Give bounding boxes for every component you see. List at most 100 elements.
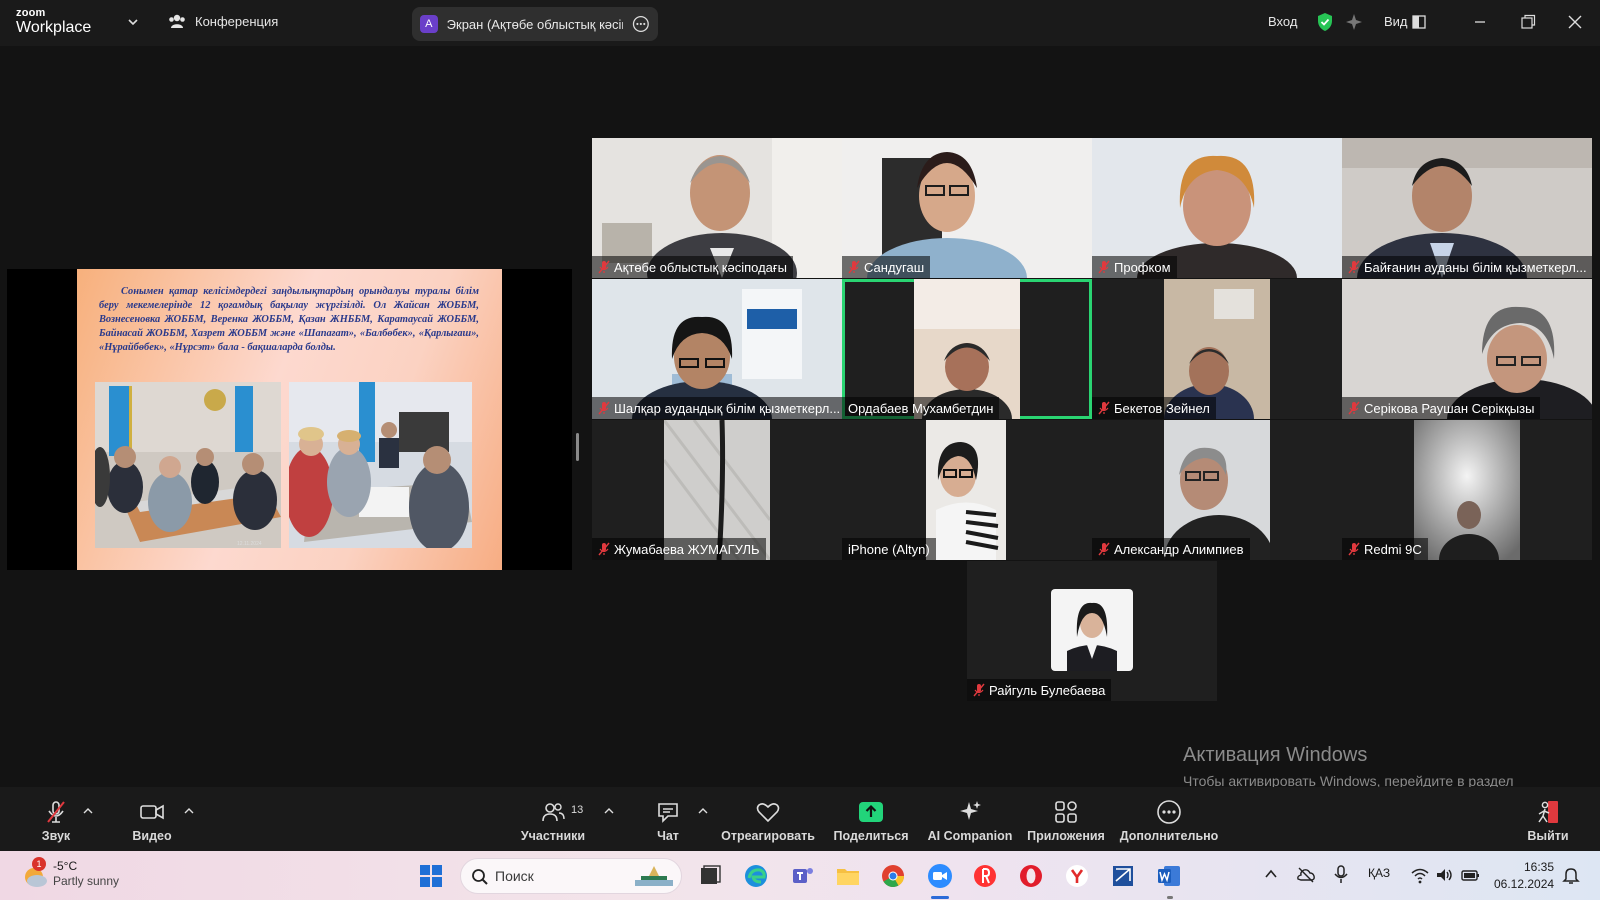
ai-companion-label: AI Companion	[927, 829, 1013, 843]
word-icon[interactable]	[1156, 863, 1182, 889]
chevron-up-icon[interactable]	[698, 807, 708, 815]
participant-label: Шалқар аудандық білім қызметкерл...	[592, 397, 842, 419]
screen-share-pill[interactable]: A Экран (Ақтөбе облыстық кәсіподағы)	[412, 7, 658, 41]
participant-label: Александр Алимпиев	[1092, 538, 1250, 560]
notification-bell-icon[interactable]	[1562, 865, 1580, 885]
search-placeholder: Поиск	[495, 868, 534, 884]
leave-label: Выйти	[1527, 829, 1569, 843]
shared-screen[interactable]: Сонымен қатар келісімдердегі заңдылықтар…	[7, 269, 572, 570]
participant-name: Александр Алимпиев	[1114, 541, 1244, 557]
chat-bubble-icon	[658, 803, 678, 823]
microphone-icon[interactable]	[1333, 864, 1349, 884]
zoom-logo[interactable]: zoom Workplace	[16, 8, 91, 36]
video-tile[interactable]: Redmi 9C	[1342, 420, 1592, 560]
sharer-avatar: A	[420, 15, 438, 33]
view-button[interactable]: Вид	[1384, 14, 1408, 29]
participant-name: Байғанин ауданы білім қызметкерл...	[1364, 259, 1587, 275]
zoom-app-icon[interactable]	[927, 863, 953, 889]
task-view-icon[interactable]	[697, 863, 723, 889]
mic-muted-icon	[598, 542, 610, 556]
close-icon[interactable]	[1565, 12, 1585, 32]
video-tile[interactable]: Серікова Раушан Серікқызы	[1342, 279, 1592, 419]
slide-text: Сонымен қатар келісімдердегі заңдылықтар…	[99, 286, 479, 353]
chevron-up-icon[interactable]	[184, 807, 194, 815]
participant-name: Жумабаева ЖУМАГУЛЬ	[614, 541, 760, 557]
volume-icon[interactable]	[1434, 865, 1454, 885]
cloud-offline-icon[interactable]	[1296, 865, 1316, 885]
leave-button[interactable]: Выйти	[1527, 787, 1569, 851]
video-tile[interactable]: Александр Алимпиев	[1092, 420, 1342, 560]
video-tile[interactable]: Райгуль Булебаева	[967, 561, 1217, 701]
apps-button[interactable]: Приложения	[1026, 787, 1106, 851]
more-button[interactable]: Дополнительно	[1120, 787, 1218, 851]
mic-muted-icon	[1098, 260, 1110, 274]
mic-muted-icon	[1348, 401, 1360, 415]
view-grid-icon[interactable]	[1412, 15, 1426, 29]
video-tile[interactable]: Ақтөбе облыстық кәсіподағы	[592, 138, 842, 278]
battery-icon[interactable]	[1460, 865, 1480, 885]
windows-start-icon[interactable]	[418, 863, 444, 889]
participant-name: Ордабаев Мухамбетдин	[848, 400, 994, 416]
video-tile[interactable]: Шалқар аудандық білім қызметкерл...	[592, 279, 842, 419]
mic-muted-icon	[598, 260, 610, 274]
running-app-indicator	[1167, 896, 1173, 899]
signin-button[interactable]: Вход	[1268, 14, 1297, 29]
participants-count: 13	[571, 804, 584, 816]
participant-video	[926, 420, 1006, 560]
restore-icon[interactable]	[1518, 12, 1538, 32]
wifi-icon[interactable]	[1410, 865, 1430, 885]
photo-date-stamp: 12.11.2024	[237, 541, 262, 547]
video-button[interactable]: Видео	[130, 787, 174, 851]
weather-temp: -5°C	[53, 859, 78, 873]
chevron-up-icon[interactable]	[1264, 867, 1278, 881]
search-icon	[472, 869, 488, 885]
file-explorer-icon[interactable]	[835, 863, 861, 889]
shield-check-icon[interactable]	[1315, 12, 1335, 32]
taskbar-search[interactable]: Поиск	[460, 858, 682, 894]
brand-bottom: Workplace	[16, 19, 92, 36]
keyboard-language[interactable]: ҚАЗ	[1368, 866, 1390, 880]
yandex-icon[interactable]	[972, 863, 998, 889]
video-tile[interactable]: Сандугаш	[842, 138, 1092, 278]
ai-companion-button[interactable]: AI Companion	[928, 787, 1012, 851]
participant-label: Жумабаева ЖУМАГУЛЬ	[592, 538, 766, 560]
weather-widget[interactable]: 1 -5°C Partly sunny	[20, 857, 130, 895]
chat-button[interactable]: Чат	[650, 787, 686, 851]
video-tile[interactable]: iPhone (Altyn)	[842, 420, 1092, 560]
document-app-icon[interactable]	[1110, 863, 1136, 889]
yandex-browser-icon[interactable]	[1064, 863, 1090, 889]
brand-top: zoom	[16, 7, 46, 19]
participant-name: Ақтөбе облыстық кәсіподағы	[614, 259, 787, 275]
chevron-up-icon[interactable]	[83, 807, 93, 815]
edge-browser-icon[interactable]	[743, 863, 769, 889]
chevron-down-icon[interactable]	[126, 15, 140, 29]
video-tile[interactable]: Бекетов Зейнел	[1092, 279, 1342, 419]
video-tile-active-speaker[interactable]: Ордабаев Мухамбетдин	[842, 279, 1092, 419]
share-screen-button[interactable]: Поделиться	[833, 787, 909, 851]
participant-label: Сандугаш	[842, 256, 931, 278]
video-tile[interactable]: Байғанин ауданы білім қызметкерл...	[1342, 138, 1592, 278]
participant-label: Ордабаев Мухамбетдин	[842, 397, 1000, 419]
video-tile[interactable]: Жумабаева ЖУМАГУЛЬ	[592, 420, 842, 560]
windows-taskbar: 1 -5°C Partly sunny Поиск ҚАЗ 16:35 06.1…	[0, 851, 1600, 900]
react-button[interactable]: Отреагировать	[721, 787, 815, 851]
meeting-info-button[interactable]: Конференция	[168, 13, 278, 29]
slide-photo-meeting-right	[289, 382, 472, 548]
participant-label: Бекетов Зейнел	[1092, 397, 1216, 419]
chevron-up-icon[interactable]	[604, 807, 614, 815]
sparkle-icon[interactable]	[1344, 12, 1364, 32]
participant-label: Серікова Раушан Серікқызы	[1342, 397, 1541, 419]
more-circle-icon[interactable]	[632, 15, 650, 33]
participants-button[interactable]: Участники	[520, 787, 586, 851]
participant-label: Профком	[1092, 256, 1177, 278]
clock-date[interactable]: 06.12.2024	[1494, 877, 1554, 891]
chrome-icon[interactable]	[880, 863, 906, 889]
video-tile[interactable]: Профком	[1092, 138, 1342, 278]
minimize-icon[interactable]	[1470, 12, 1490, 32]
audio-button[interactable]: Звук	[38, 787, 74, 851]
heart-icon	[756, 803, 780, 823]
opera-icon[interactable]	[1018, 863, 1044, 889]
clock-time[interactable]: 16:35	[1494, 860, 1554, 874]
split-view-handle[interactable]	[576, 433, 579, 461]
teams-icon[interactable]	[790, 863, 816, 889]
